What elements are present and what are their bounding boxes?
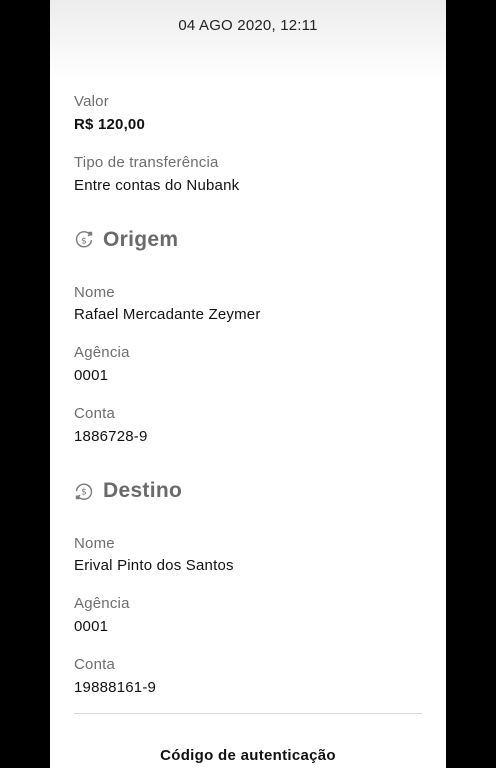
origin-section-header: $ Origem (74, 226, 178, 254)
divider (74, 713, 422, 714)
money-out-icon: $ (75, 231, 93, 248)
transfer-type-label: Tipo de transferência (74, 154, 219, 171)
authentication-code-title: Código de autenticação (160, 747, 336, 764)
svg-text:$: $ (81, 488, 87, 498)
money-in-icon: $ (75, 483, 93, 500)
destination-agency-value: 0001 (74, 618, 109, 635)
origin-agency-label: Agência (74, 344, 130, 361)
destination-agency-label: Agência (74, 595, 130, 612)
svg-text:$: $ (81, 237, 87, 247)
receipt-header: 04 AGO 2020, 12:11 (50, 0, 446, 78)
origin-account-value: 1886728-9 (74, 428, 148, 445)
transaction-date: 04 AGO 2020, 12:11 (178, 17, 318, 34)
transfer-type-value: Entre contas do Nubank (74, 177, 240, 194)
origin-name-label: Nome (74, 284, 115, 301)
origin-title: Origem (103, 228, 179, 251)
destination-title: Destino (103, 479, 183, 502)
destination-section-header: $ Destino (74, 477, 182, 505)
origin-agency-value: 0001 (74, 367, 109, 384)
destination-account-value: 19888161-9 (74, 679, 157, 696)
destination-name-label: Nome (74, 535, 115, 552)
destination-account-label: Conta (74, 656, 116, 673)
destination-name-value: Erival Pinto dos Santos (74, 557, 234, 574)
value-amount: R$ 120,00 (74, 116, 146, 133)
origin-name-value: Rafael Mercadante Zeymer (74, 306, 261, 323)
receipt-sheet: 04 AGO 2020, 12:11 Valor R$ 120,00 Tipo … (50, 0, 446, 768)
origin-account-label: Conta (74, 405, 116, 422)
value-label: Valor (74, 93, 109, 110)
